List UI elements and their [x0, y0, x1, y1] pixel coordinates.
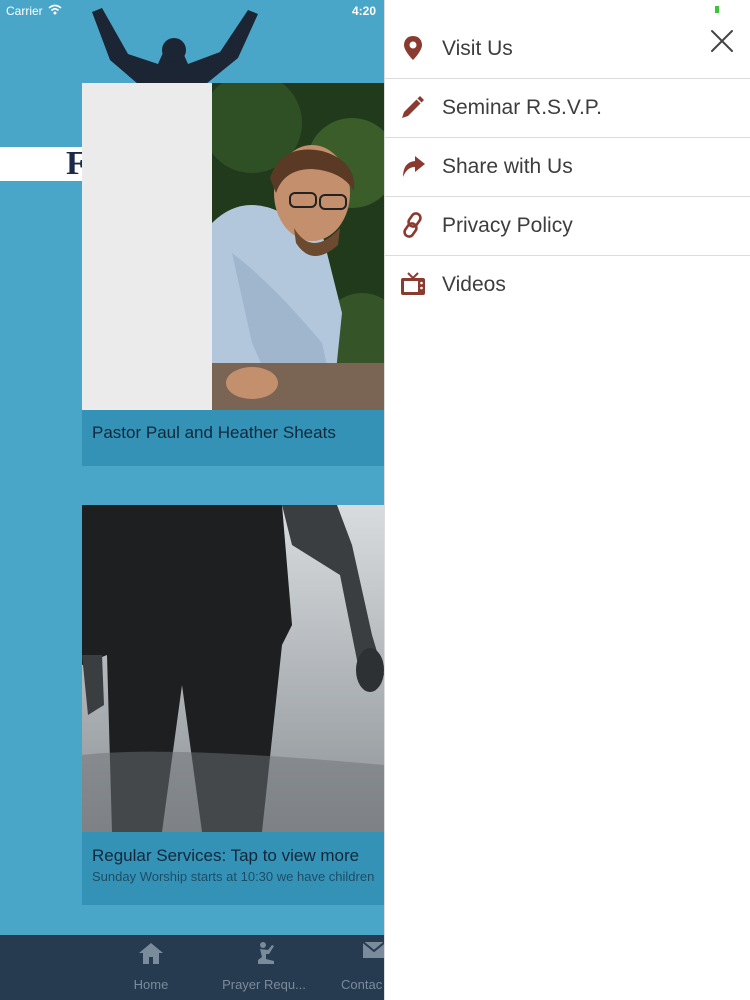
services-card[interactable]: Regular Services: Tap to view more Sunda…: [82, 505, 384, 905]
tv-icon: [401, 272, 425, 295]
pastor-photo: [212, 83, 384, 410]
menu-item-share-with-us[interactable]: Share with Us: [385, 138, 750, 197]
wifi-icon: [48, 4, 62, 15]
tab-label: Contac: [341, 977, 383, 992]
home-icon: [139, 943, 163, 964]
pastor-card[interactable]: Pastor Paul and Heather Sheats: [82, 83, 384, 466]
menu-item-label: Seminar R.S.V.P.: [442, 96, 602, 119]
link-icon: [403, 212, 422, 238]
battery-icon: [715, 6, 719, 13]
tab-prayer-requests[interactable]: Prayer Requ...: [214, 935, 314, 1000]
tab-label: Prayer Requ...: [222, 977, 306, 992]
image-placeholder: [82, 83, 212, 410]
mail-icon: [362, 941, 384, 958]
menu-item-label: Visit Us: [442, 37, 513, 60]
menu-item-privacy-policy[interactable]: Privacy Policy: [385, 197, 750, 256]
card-caption: Regular Services: Tap to view more: [92, 846, 360, 865]
tab-label: Home: [133, 977, 169, 992]
logo-banner: F: [0, 145, 87, 182]
menu-item-label: Videos: [442, 273, 506, 296]
tab-contact[interactable]: Contac: [338, 935, 384, 1000]
pencil-icon: [402, 96, 424, 118]
map-pin-icon: [404, 36, 422, 60]
menu-item-label: Privacy Policy: [442, 214, 573, 237]
status-time: 4:20: [352, 4, 377, 18]
praying-icon: [258, 942, 274, 964]
drawer-menu-list: Visit Us Seminar R.S.V.P. Share with Us …: [385, 20, 750, 314]
tab-bar: Home Prayer Requ... Contac: [0, 935, 384, 1000]
menu-item-visit-us[interactable]: Visit Us: [385, 20, 750, 79]
card-caption: Pastor Paul and Heather Sheats: [92, 423, 336, 442]
menu-item-videos[interactable]: Videos: [385, 256, 750, 314]
card-subtitle: Sunday Worship starts at 10:30 we have c…: [92, 869, 375, 884]
services-photo: [82, 505, 384, 832]
tab-home[interactable]: Home: [118, 935, 184, 1000]
home-screen: F Pastor Paul and Heather Sheats Regular…: [0, 0, 384, 1000]
menu-item-seminar-rsvp[interactable]: Seminar R.S.V.P.: [385, 79, 750, 138]
carrier-label: Carrier: [6, 4, 43, 18]
menu-item-label: Share with Us: [442, 155, 573, 178]
status-bar: Carrier 4:20: [0, 0, 384, 20]
share-arrow-icon: [403, 156, 425, 177]
side-drawer-menu: Visit Us Seminar R.S.V.P. Share with Us …: [384, 0, 750, 1000]
